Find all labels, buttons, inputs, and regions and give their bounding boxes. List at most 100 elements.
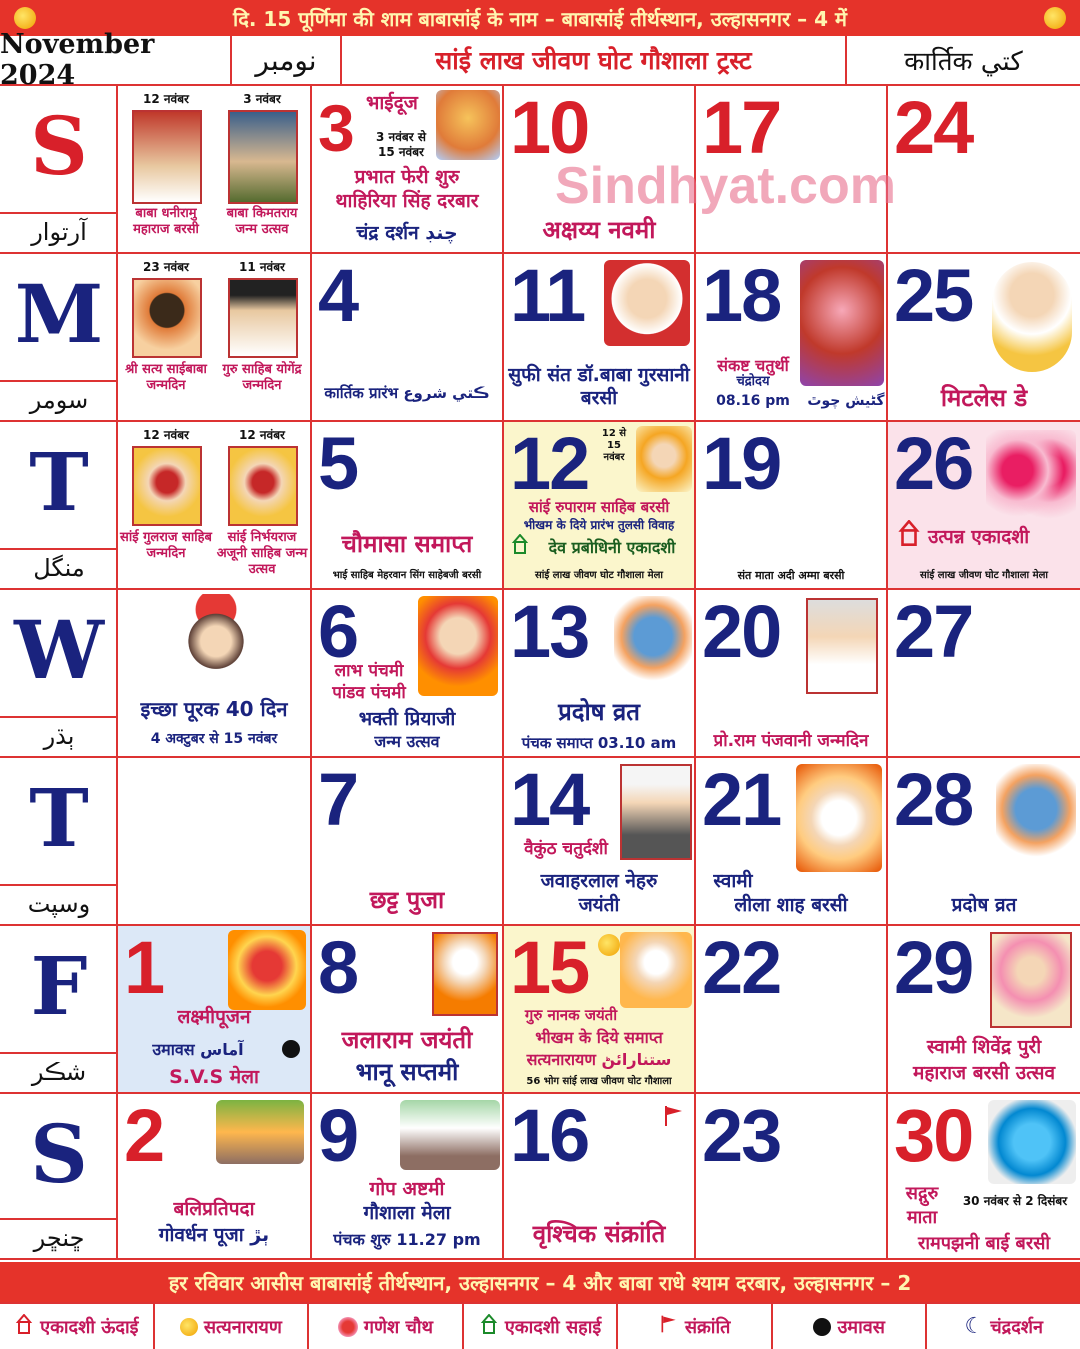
day-cell-26: 26 उत्पन्न एकादशी सांई लाख जीवण घोट गौशा… bbox=[888, 422, 1080, 590]
date-number: 26 bbox=[894, 422, 974, 505]
saint-image bbox=[988, 1100, 1076, 1184]
day-cell-24: 24 bbox=[888, 86, 1080, 254]
event-label: जयंती bbox=[578, 894, 620, 916]
day-urdu: ٻڌر bbox=[0, 716, 118, 750]
day-urdu: سومر bbox=[0, 380, 118, 414]
mini-date: 3 नवंबर bbox=[243, 92, 281, 106]
calendar-header: November 2024 نومبر सांई लाख जीवण घोट गौ… bbox=[0, 29, 1080, 91]
date-number: 28 bbox=[894, 758, 974, 841]
month-title: November 2024 bbox=[0, 29, 232, 91]
day-header-sunday: S آرتوار bbox=[0, 86, 118, 254]
saint-portrait bbox=[178, 594, 254, 680]
legend-item: एकादशी सहाई bbox=[464, 1304, 619, 1349]
date-number: 15 bbox=[510, 926, 590, 1009]
event-label: प्रदोष व्रत bbox=[558, 698, 640, 726]
legend: एकादशी ऊंदाई सत्यनारायण गणेश चौथ एकादशी … bbox=[0, 1302, 1080, 1349]
day-letter: T bbox=[29, 771, 89, 865]
saint-portrait bbox=[228, 278, 298, 358]
legend-item: गणेश चौथ bbox=[309, 1304, 464, 1349]
day-cell-15: 15 गुरु नानक जयंती भीखम के दिये समाप्त स… bbox=[504, 926, 696, 1094]
event-date-range: 4 अक्टुबर से 15 नवंबर bbox=[150, 731, 278, 747]
day-header-saturday: S ڇنڇر bbox=[0, 1094, 118, 1260]
event-label: उमावस آماس bbox=[152, 1040, 244, 1059]
event-label: प्रभात फेरी शुरु bbox=[354, 166, 460, 188]
saint-portrait bbox=[132, 278, 202, 358]
sunday-mini-photos: 12 नवंबर बाबा धनीरामु महाराज बरसी 3 नवंब… bbox=[118, 86, 312, 254]
event-label: 56 भोग सांई लाख जीवण घोट गौशाला bbox=[526, 1076, 672, 1087]
date-number: 1 bbox=[124, 926, 165, 1009]
mini-caption: सांई गुलराज साहिब जन्मदिन bbox=[120, 530, 212, 561]
hindu-month: कार्तिक كتي bbox=[904, 47, 1023, 77]
date-number: 3 bbox=[318, 91, 355, 165]
event-label: मिटलेस डे bbox=[940, 384, 1028, 412]
govardhan-image bbox=[216, 1100, 304, 1164]
mini-caption: गुरु साहिब योगेंद्र जन्मदिन bbox=[222, 362, 302, 393]
day-letter: F bbox=[30, 939, 88, 1033]
day-letter: S bbox=[30, 1107, 88, 1201]
event-label-sindhi: گڻيش چوٿ bbox=[807, 393, 885, 409]
saint-portrait bbox=[418, 596, 498, 696]
day-cell-5: 5 चौमासा समाप्त भाई साहिब मेहरवान सिंग स… bbox=[312, 422, 504, 590]
event-label: स्वामी bbox=[713, 870, 753, 892]
event-label: लाभ पंचमी bbox=[334, 661, 404, 681]
date-number: 30 bbox=[894, 1094, 974, 1177]
day-cell-8: 8 जलाराम जयंती भानू सप्तमी bbox=[312, 926, 504, 1094]
legend-item: सत्यनारायण bbox=[155, 1304, 310, 1349]
event-label: भीखम के दिये समाप्त bbox=[535, 1028, 663, 1047]
event-label: बलिप्रतिपदा bbox=[173, 1198, 255, 1220]
date-number: 14 bbox=[510, 758, 590, 841]
date-number: 17 bbox=[702, 86, 782, 169]
tuesday-mini-photos: 12 नवंबर सांई गुलराज साहिब जन्मदिन 12 नव… bbox=[118, 422, 312, 590]
event-label: भीखम के दिये प्रारंभ तुलसी विवाह bbox=[523, 518, 675, 532]
lakshmi-image bbox=[228, 930, 306, 1010]
event-label: सांई रुपाराम साहिब बरसी bbox=[528, 498, 670, 516]
day-cell-2: 2 बलिप्रतिपदा गोवर्धन पूजा ٻڙ bbox=[118, 1094, 312, 1260]
calendar-grid: S آرتوار M سومر T منگل W ٻڌر T وسپت F شڪ… bbox=[0, 86, 1080, 1260]
monday-mini-photos: 23 नवंबर श्री सत्य साईबाबा जन्मदिन 11 नव… bbox=[118, 254, 312, 422]
date-number: 7 bbox=[318, 758, 359, 841]
event-label: थाहिरिया सिंह दरबार bbox=[335, 190, 479, 212]
event-label: गौशाला मेला bbox=[363, 1202, 451, 1224]
event-label: महाराज बरसी उत्सव bbox=[912, 1062, 1056, 1084]
day-cell-22: 22 bbox=[696, 926, 888, 1094]
day-cell-3: 3 भाईदूज 3 नवंबर से 15 नवंबर प्रभात फेरी… bbox=[312, 86, 504, 254]
shiva-image bbox=[996, 764, 1076, 864]
day-cell-13: 13 प्रदोष व्रत पंचक समाप्त 03.10 am bbox=[504, 590, 696, 758]
date-number: 9 bbox=[318, 1094, 359, 1177]
date-number: 27 bbox=[894, 590, 974, 673]
portrait bbox=[806, 598, 878, 694]
event-label: रामपझनी बाई बरसी bbox=[917, 1233, 1051, 1254]
sun-icon bbox=[598, 934, 620, 956]
moonrise-time: 08.16 pm bbox=[716, 393, 790, 409]
date-number: 11 bbox=[510, 254, 586, 337]
day-letter: S bbox=[30, 99, 88, 193]
event-label: भानू सप्तमी bbox=[355, 1058, 459, 1086]
mini-date: 11 नवंबर bbox=[239, 260, 285, 274]
event-label: माता bbox=[906, 1207, 938, 1228]
day-urdu: منگل bbox=[0, 548, 118, 582]
day-cell-1: 1 लक्ष्मीपूजन उमावस آماس S.V.S मेला bbox=[118, 926, 312, 1094]
date-number: 20 bbox=[702, 590, 782, 673]
event-label: छट्ट पुजा bbox=[369, 886, 445, 914]
event-label: सुफी संत डॉ.बाबा गुरसानी बरसी bbox=[508, 364, 690, 409]
mini-caption: बाबा किमतराय जन्म उत्सव bbox=[226, 206, 298, 237]
legend-label: सत्यनारायण bbox=[203, 1316, 282, 1338]
black-dot-icon bbox=[282, 1040, 300, 1058]
event-label: जवाहरलाल नेहरु bbox=[540, 870, 658, 892]
mini-date: 23 नवंबर bbox=[143, 260, 189, 274]
event-label: चौमासा समाप्त bbox=[341, 530, 473, 558]
day-cell-7: 7 छट्ट पुजा bbox=[312, 758, 504, 926]
day-cell-27: 27 bbox=[888, 590, 1080, 758]
date-number: 16 bbox=[510, 1094, 590, 1177]
saint-portrait bbox=[132, 446, 202, 526]
day-urdu: آرتوار bbox=[0, 212, 118, 246]
legend-item: एकादशी ऊंदाई bbox=[0, 1304, 155, 1349]
event-label: लीला शाह बरसी bbox=[734, 894, 848, 916]
date-number: 12 bbox=[510, 422, 590, 505]
event-label: उत्पन्न एकादशी bbox=[928, 526, 1030, 548]
event-label: भाईदूज bbox=[366, 92, 418, 114]
day-letter: T bbox=[29, 435, 89, 529]
event-label: संत माता अदी अम्मा बरसी bbox=[737, 569, 845, 582]
temple-red-icon bbox=[896, 519, 922, 546]
date-number: 29 bbox=[894, 926, 974, 1009]
